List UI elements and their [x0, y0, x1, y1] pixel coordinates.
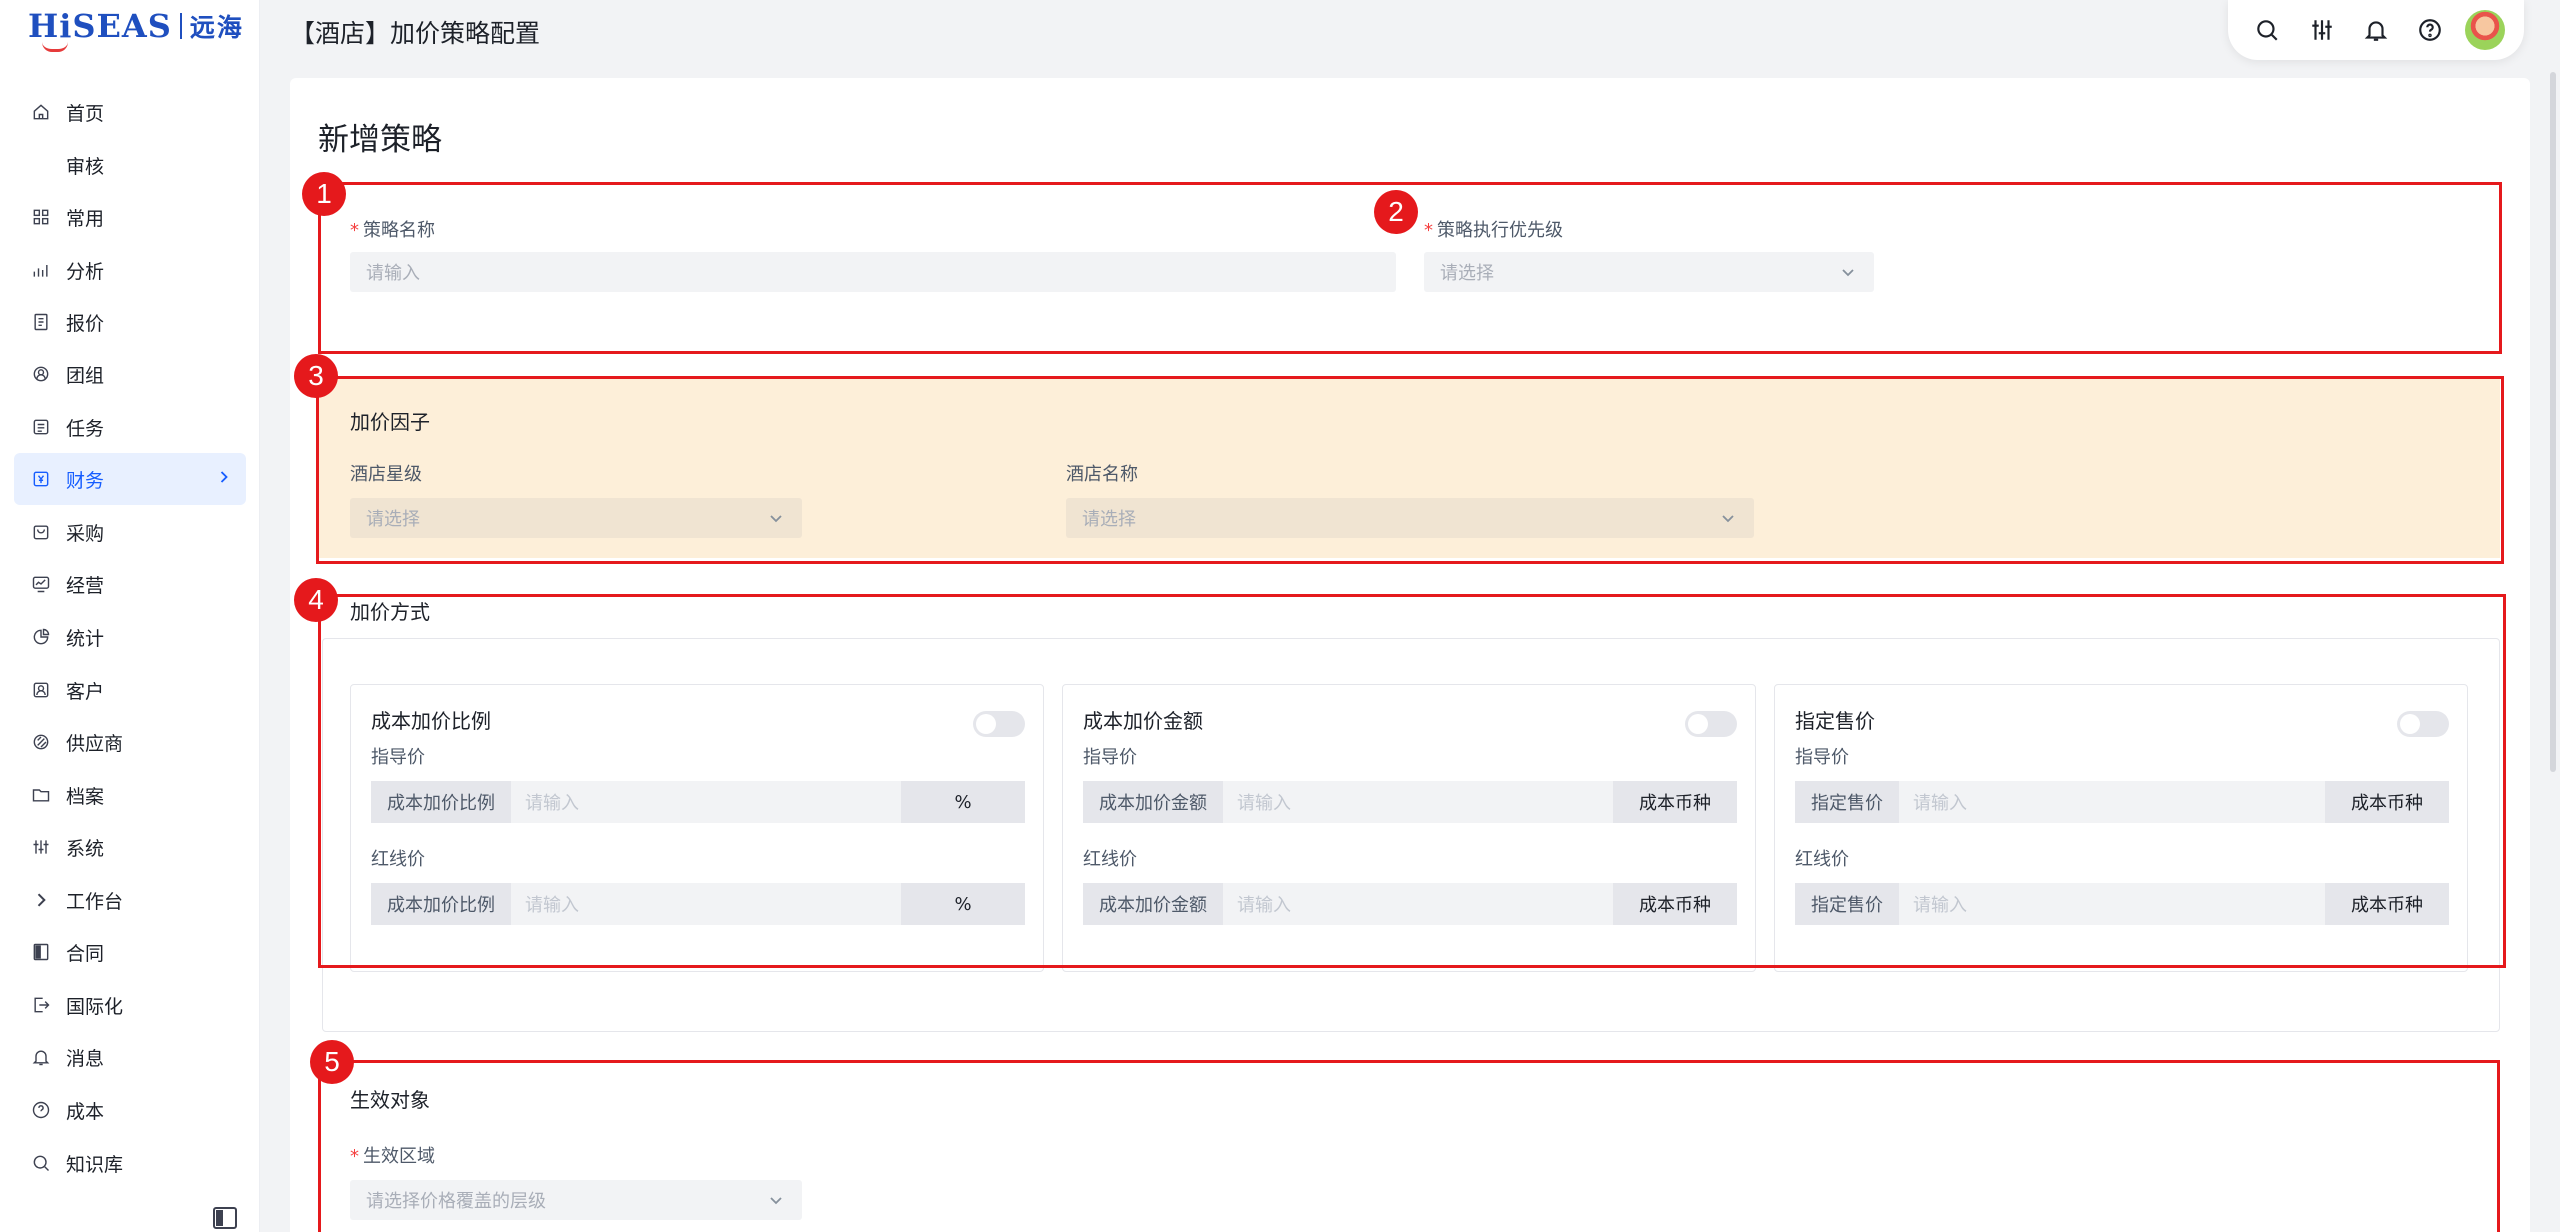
form-title: 新增策略 [318, 122, 442, 158]
sidebar-item-19[interactable]: 成本 [14, 1084, 246, 1136]
contract-icon [30, 941, 52, 963]
sidebar-item-label: 经营 [66, 574, 105, 597]
bell-icon[interactable] [2356, 10, 2396, 50]
grid-icon [30, 206, 52, 228]
operation-icon [30, 573, 52, 595]
annotation-badge-5: 5 [310, 1040, 354, 1084]
supplier-icon [30, 731, 52, 753]
sidebar-item-7[interactable]: 财务 [14, 453, 246, 505]
sidebar-item-16[interactable]: 合同 [14, 926, 246, 978]
sidebar-item-label: 消息 [66, 1047, 105, 1070]
page-title: 【酒店】加价策略配置 [290, 19, 541, 48]
document-icon [30, 311, 52, 333]
sidebar-item-13[interactable]: 档案 [14, 769, 246, 821]
blank-icon [30, 154, 52, 176]
folder-icon [30, 784, 52, 806]
sidebar-item-15[interactable]: 工作台 [14, 874, 246, 926]
sidebar-item-14[interactable]: 系统 [14, 821, 246, 873]
sidebar-item-label: 合同 [66, 942, 105, 965]
sidebar-item-3[interactable]: 分析 [14, 244, 246, 296]
search-icon [30, 1152, 52, 1174]
sidebar-item-6[interactable]: 任务 [14, 401, 246, 453]
bell-icon [30, 1046, 52, 1068]
sidebar-item-label: 分析 [66, 260, 105, 283]
sidebar-item-10[interactable]: 统计 [14, 611, 246, 663]
annotation-box-4 [318, 594, 2506, 968]
sidebar-item-1[interactable]: 审核 [14, 139, 246, 191]
chart-icon [30, 259, 52, 281]
sidebar: HiSEAS 远海 首页审核常用分析报价团组任务财务采购经营统计客户供应商档案系… [0, 0, 260, 1232]
finance-icon [30, 468, 52, 490]
sidebar-item-label: 工作台 [66, 890, 124, 913]
sidebar-item-5[interactable]: 团组 [14, 348, 246, 400]
chevron-right-icon [30, 889, 52, 911]
sidebar-item-20[interactable]: 知识库 [14, 1137, 246, 1189]
sidebar-item-label: 供应商 [66, 732, 124, 755]
annotation-badge-2: 2 [1374, 190, 1418, 234]
annotation-badge-4: 4 [294, 578, 338, 622]
sidebar-item-label: 报价 [66, 312, 105, 335]
home-icon [30, 101, 52, 123]
annotation-badge-3: 3 [294, 354, 338, 398]
sidebar-item-label: 知识库 [66, 1153, 124, 1176]
sidebar-item-12[interactable]: 供应商 [14, 716, 246, 768]
sidebar-item-label: 首页 [66, 102, 105, 125]
pie-chart-icon [30, 626, 52, 648]
sliders-icon [30, 836, 52, 858]
sidebar-item-8[interactable]: 采购 [14, 506, 246, 558]
sidebar-item-label: 审核 [66, 155, 105, 178]
sidebar-item-label: 团组 [66, 364, 105, 387]
task-icon [30, 416, 52, 438]
sidebar-item-label: 财务 [66, 469, 105, 492]
sidebar-item-label: 任务 [66, 417, 105, 440]
sidebar-item-18[interactable]: 消息 [14, 1031, 246, 1083]
sidebar-item-label: 系统 [66, 837, 105, 860]
sidebar-item-4[interactable]: 报价 [14, 296, 246, 348]
sidebar-item-label: 国际化 [66, 995, 124, 1018]
team-icon [30, 363, 52, 385]
toolbar [2228, 0, 2524, 60]
sidebar-item-label: 统计 [66, 627, 105, 650]
sliders-icon[interactable] [2302, 10, 2342, 50]
sidebar-item-label: 采购 [66, 522, 105, 545]
sidebar-item-label: 档案 [66, 785, 105, 808]
logo-divider [179, 13, 182, 39]
logo-cn: 远海 [189, 13, 244, 42]
sidebar-item-0[interactable]: 首页 [14, 86, 246, 138]
logo-smile [42, 42, 68, 52]
annotation-badge-1: 1 [302, 172, 346, 216]
search-icon[interactable] [2247, 10, 2287, 50]
scrollbar[interactable] [2550, 72, 2556, 772]
sidebar-item-label: 客户 [66, 680, 105, 703]
help-icon[interactable] [2410, 10, 2450, 50]
chevron-right-icon [214, 467, 236, 489]
customer-icon [30, 679, 52, 701]
annotation-box-5 [318, 1060, 2500, 1232]
export-icon [30, 994, 52, 1016]
help-icon [30, 1099, 52, 1121]
purchase-icon [30, 521, 52, 543]
logo[interactable]: HiSEAS 远海 [28, 6, 244, 52]
sidebar-item-label: 常用 [66, 207, 105, 230]
logo-brand: HiSEAS [28, 7, 172, 45]
collapse-sidebar-icon[interactable] [212, 1206, 238, 1230]
annotation-box-3 [316, 376, 2504, 564]
sidebar-item-11[interactable]: 客户 [14, 664, 246, 716]
avatar[interactable] [2464, 10, 2505, 50]
sidebar-item-9[interactable]: 经营 [14, 558, 246, 610]
sidebar-item-17[interactable]: 国际化 [14, 979, 246, 1031]
sidebar-item-label: 成本 [66, 1100, 105, 1123]
sidebar-item-2[interactable]: 常用 [14, 191, 246, 243]
